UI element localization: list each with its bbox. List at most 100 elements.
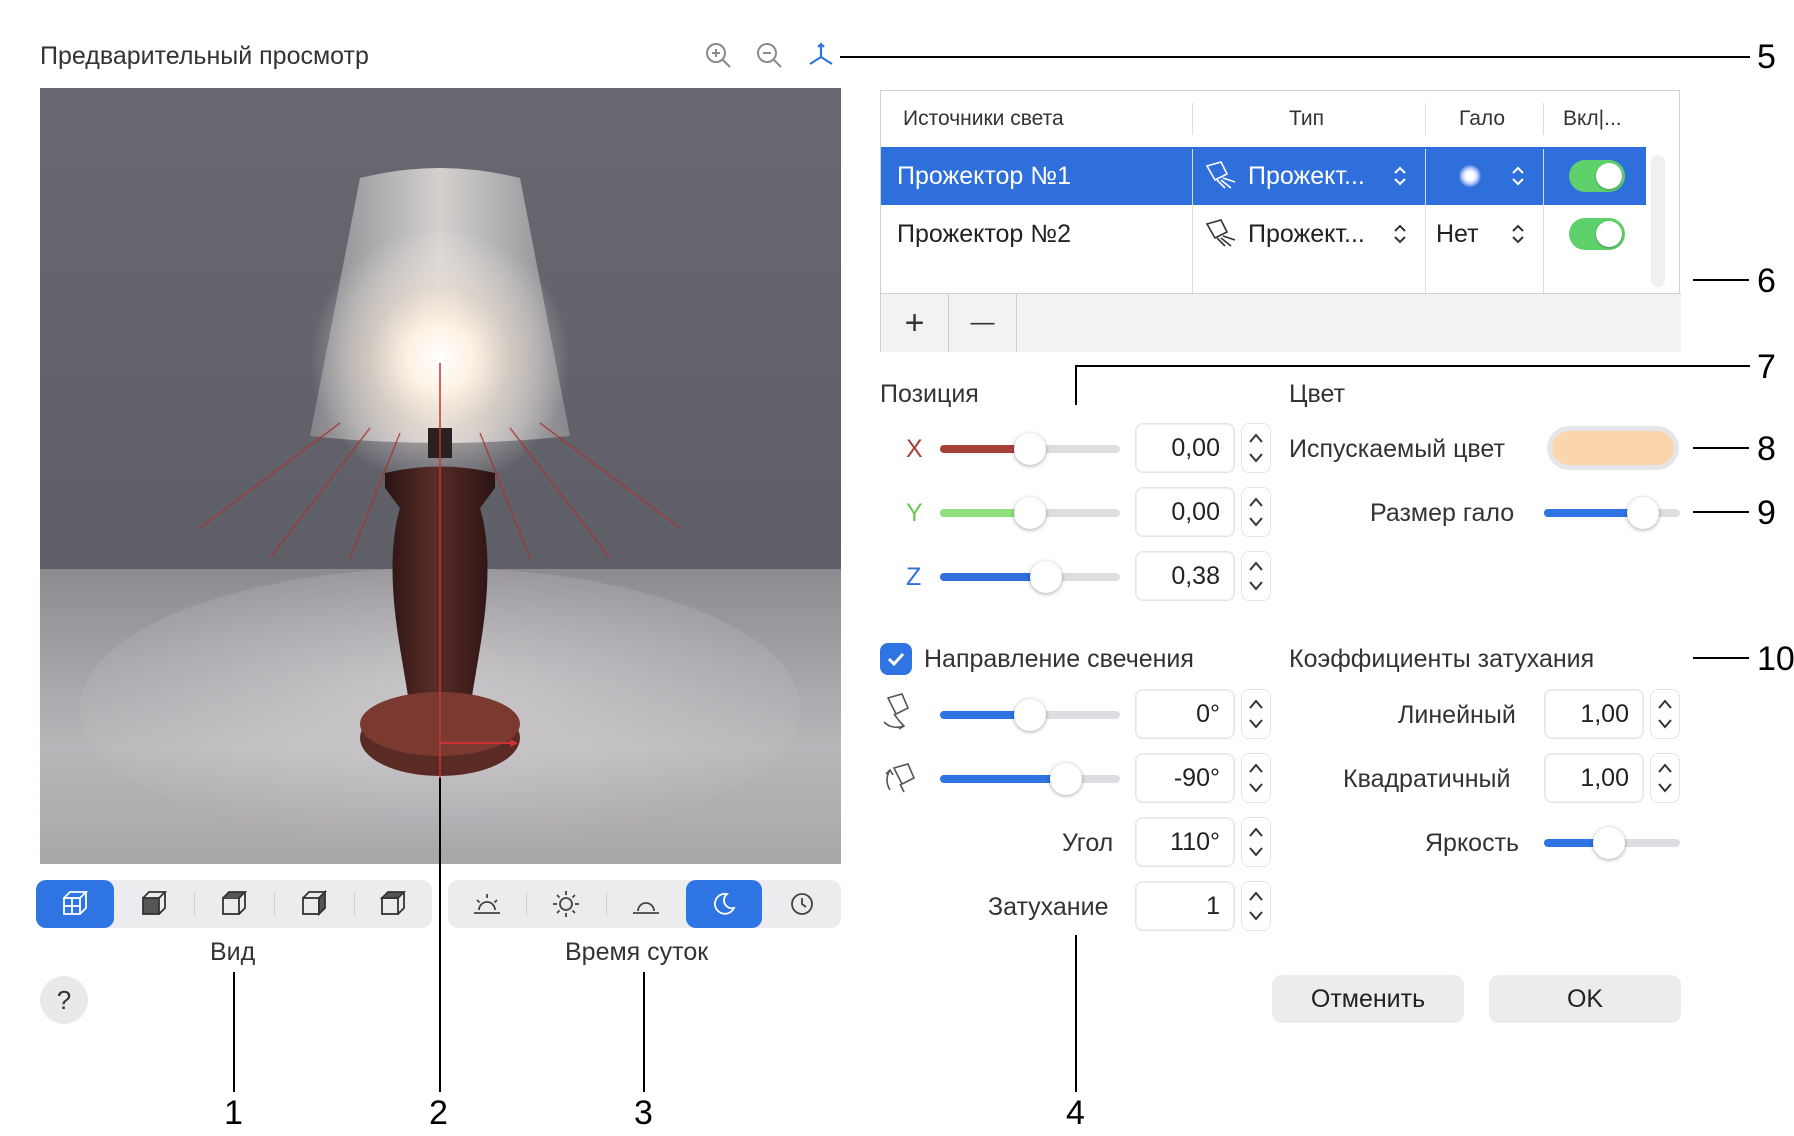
- lights-table: Источники света Тип Гало Вкл|... Прожект…: [880, 90, 1681, 352]
- z-axis-label: Z: [906, 563, 922, 591]
- callout-line-2: [439, 778, 441, 1092]
- linear-field[interactable]: 1,00: [1544, 689, 1644, 739]
- falloff-field[interactable]: 1: [1135, 881, 1235, 931]
- type-chevron-updown-icon[interactable]: [1391, 147, 1409, 205]
- type-chevron-updown-icon[interactable]: [1391, 205, 1409, 263]
- y-slider[interactable]: [940, 497, 1120, 529]
- callout-line-9: [1693, 511, 1749, 513]
- callout-8: 8: [1757, 430, 1776, 468]
- rotation-vertical-stepper[interactable]: [1241, 753, 1271, 803]
- direction-checkbox[interactable]: [880, 643, 912, 675]
- quadratic-stepper[interactable]: [1650, 753, 1680, 803]
- z-value-field[interactable]: 0,38: [1135, 551, 1235, 601]
- zoom-out-icon[interactable]: [754, 40, 784, 70]
- rotation-vertical-slider[interactable]: [940, 763, 1120, 795]
- sunrise-icon[interactable]: [448, 880, 526, 928]
- rotation-vertical-field[interactable]: -90°: [1135, 753, 1235, 803]
- emitted-color-label: Испускаемый цвет: [1289, 435, 1505, 463]
- header-halo[interactable]: Гало: [1459, 91, 1505, 147]
- callout-4: 4: [1066, 1094, 1085, 1132]
- callout-7: 7: [1757, 348, 1776, 386]
- quadratic-field[interactable]: 1,00: [1544, 753, 1644, 803]
- sunset-icon[interactable]: [606, 880, 686, 928]
- halo-size-slider[interactable]: [1544, 497, 1680, 529]
- add-light-button[interactable]: +: [881, 294, 949, 352]
- rotation-horizontal-slider[interactable]: [940, 699, 1120, 731]
- moon-icon[interactable]: [686, 880, 762, 928]
- header-on[interactable]: Вкл|...: [1563, 91, 1622, 147]
- time-of-day-caption: Время суток: [565, 938, 709, 966]
- cube-view-4-icon[interactable]: [274, 880, 354, 928]
- angle-stepper[interactable]: [1241, 817, 1271, 867]
- falloff-label: Затухание: [988, 893, 1109, 921]
- z-stepper[interactable]: [1241, 551, 1271, 601]
- position-title: Позиция: [880, 380, 979, 408]
- axes-icon[interactable]: [806, 40, 836, 70]
- callout-line-3: [643, 972, 645, 1092]
- callout-line-1: [233, 972, 235, 1092]
- y-value-field[interactable]: 0,00: [1135, 487, 1235, 537]
- light-halo: Нет: [1436, 219, 1479, 248]
- linear-stepper[interactable]: [1650, 689, 1680, 739]
- halo-size-label: Размер гало: [1370, 499, 1515, 527]
- cube-view-2-icon[interactable]: [114, 880, 194, 928]
- cube-view-1-icon[interactable]: [36, 880, 114, 928]
- zoom-in-icon[interactable]: [703, 40, 733, 70]
- angle-field[interactable]: 110°: [1135, 817, 1235, 867]
- linear-label: Линейный: [1398, 701, 1516, 729]
- callout-line-4: [1075, 935, 1077, 1092]
- view-caption: Вид: [210, 938, 256, 966]
- preview-viewport[interactable]: [40, 88, 841, 864]
- attenuation-title: Коэффициенты затухания: [1289, 645, 1595, 673]
- light-on-toggle[interactable]: [1569, 147, 1625, 205]
- cancel-button[interactable]: Отменить: [1272, 975, 1464, 1023]
- light-on-toggle[interactable]: [1569, 205, 1625, 263]
- z-slider[interactable]: [940, 561, 1120, 593]
- callout-2: 2: [429, 1094, 448, 1132]
- header-type[interactable]: Тип: [1289, 91, 1324, 147]
- preview-title: Предварительный просмотр: [40, 42, 369, 70]
- clock-icon[interactable]: [762, 880, 841, 928]
- x-slider[interactable]: [940, 433, 1120, 465]
- callout-line-7-drop: [1075, 365, 1077, 405]
- callout-line-7: [1075, 365, 1750, 367]
- callout-line-10: [1693, 657, 1749, 659]
- ok-button[interactable]: OK: [1489, 975, 1681, 1023]
- header-light-sources[interactable]: Источники света: [903, 91, 1064, 147]
- lamp-scene-image: [80, 168, 800, 848]
- halo-chevron-updown-icon[interactable]: [1509, 147, 1527, 205]
- y-stepper[interactable]: [1241, 487, 1271, 537]
- callout-1: 1: [224, 1094, 243, 1132]
- callout-10: 10: [1757, 640, 1794, 678]
- cube-view-5-icon[interactable]: [354, 880, 432, 928]
- time-of-day-segmented-control: [448, 880, 841, 928]
- light-row-2[interactable]: Прожектор №2 Прожект... Нет: [881, 205, 1646, 263]
- spotlight-rotate-horizontal-icon: [880, 692, 920, 734]
- callout-5: 5: [1757, 38, 1776, 76]
- sun-icon[interactable]: [526, 880, 606, 928]
- halo-chevron-updown-icon[interactable]: [1509, 205, 1527, 263]
- table-footer: + —: [881, 293, 1681, 352]
- x-value-field[interactable]: 0,00: [1135, 423, 1235, 473]
- brightness-slider[interactable]: [1544, 827, 1680, 859]
- halo-glow-icon: [1459, 147, 1481, 205]
- falloff-stepper[interactable]: [1241, 881, 1271, 931]
- rotation-horizontal-field[interactable]: 0°: [1135, 689, 1235, 739]
- remove-light-button[interactable]: —: [949, 294, 1017, 352]
- spotlight-rotate-vertical-icon: [880, 756, 920, 798]
- light-name: Прожектор №2: [897, 219, 1071, 248]
- x-stepper[interactable]: [1241, 423, 1271, 473]
- table-scrollbar[interactable]: [1651, 155, 1665, 287]
- light-type[interactable]: Прожект...: [1248, 147, 1365, 205]
- callout-line-6: [1693, 279, 1749, 281]
- callout-3: 3: [634, 1094, 653, 1132]
- rotation-horizontal-stepper[interactable]: [1241, 689, 1271, 739]
- light-type[interactable]: Прожект...: [1248, 205, 1365, 263]
- light-name: Прожектор №1: [897, 161, 1071, 190]
- emitted-color-well[interactable]: [1547, 426, 1679, 470]
- x-axis-label: X: [906, 435, 923, 463]
- spotlight-icon: [1203, 147, 1239, 205]
- light-row-1[interactable]: Прожектор №1 Прожект...: [881, 147, 1646, 205]
- cube-view-3-icon[interactable]: [194, 880, 274, 928]
- help-button[interactable]: ?: [40, 976, 88, 1024]
